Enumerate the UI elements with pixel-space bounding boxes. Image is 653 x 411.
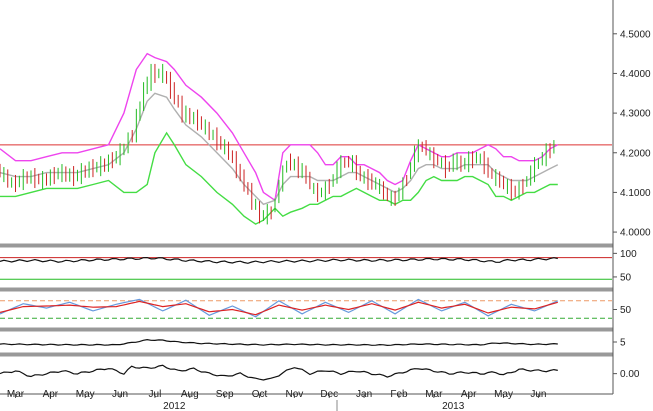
panel-separator bbox=[0, 327, 613, 332]
indicator-y-tick-label: 0.00 bbox=[620, 369, 640, 380]
x-year-label: 2012 bbox=[163, 401, 186, 411]
panel-bg-1 bbox=[0, 248, 613, 287]
price-y-tick-label: 4.2000 bbox=[620, 148, 651, 159]
x-tick-label: Feb bbox=[390, 389, 408, 400]
x-tick-label: Sep bbox=[216, 389, 234, 400]
x-tick-label: Dec bbox=[320, 389, 338, 400]
x-tick-label: Nov bbox=[285, 389, 303, 400]
x-tick-label: Oct bbox=[252, 389, 268, 400]
price-y-tick-label: 4.5000 bbox=[620, 29, 651, 40]
price-y-tick-label: 4.4000 bbox=[620, 69, 651, 80]
panel-bg-4 bbox=[0, 357, 613, 393]
x-tick-label: Apr bbox=[461, 389, 477, 400]
indicator-y-tick-label: 100 bbox=[620, 249, 637, 260]
price-y-tick-label: 4.1000 bbox=[620, 188, 651, 199]
x-tick-label: Jan bbox=[356, 389, 372, 400]
x-tick-label: Jul bbox=[149, 389, 162, 400]
x-tick-label: Jun bbox=[112, 389, 128, 400]
price-y-tick-label: 4.0000 bbox=[620, 228, 651, 239]
x-tick-label: Aug bbox=[181, 389, 199, 400]
x-year-label: 2013 bbox=[442, 401, 465, 411]
x-tick-label: Mar bbox=[425, 389, 443, 400]
chart-canvas: 4.0000 4.1000 4.2000 4.3000 4.4000 4.5000 100 5… bbox=[0, 0, 651, 411]
indicator-y-tick-label: 50 bbox=[620, 272, 632, 283]
x-tick-label: May bbox=[76, 389, 95, 400]
x-tick-label: Mar bbox=[7, 389, 25, 400]
panel-separator bbox=[0, 352, 613, 357]
panel-separator bbox=[0, 243, 613, 248]
x-tick-label: Apr bbox=[43, 389, 59, 400]
panel-bg-3 bbox=[0, 332, 613, 352]
indicator-y-tick-label: 5 bbox=[620, 338, 626, 349]
indicator-y-tick-label: 50 bbox=[620, 305, 632, 316]
panel-separator bbox=[0, 287, 613, 292]
price-y-tick-label: 4.3000 bbox=[620, 109, 651, 120]
x-tick-label: May bbox=[494, 389, 513, 400]
x-tick-label: Jun bbox=[530, 389, 546, 400]
